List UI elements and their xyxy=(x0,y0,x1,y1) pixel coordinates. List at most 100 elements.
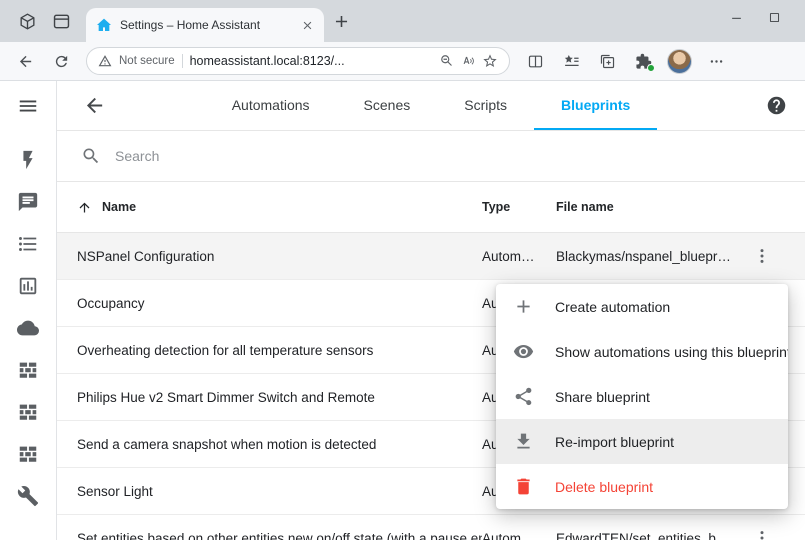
read-aloud-icon[interactable] xyxy=(461,54,475,68)
tab-close-icon[interactable] xyxy=(301,19,314,32)
menu-item-label: Show automations using this blueprint xyxy=(555,344,788,360)
favorites-button[interactable] xyxy=(554,46,588,76)
home-assistant-favicon xyxy=(96,17,112,33)
browser-tab[interactable]: Settings – Home Assistant xyxy=(86,8,324,42)
row-name: Set entities based on other entities new… xyxy=(77,531,482,540)
menu-item-reimport-blueprint[interactable]: Re-import blueprint xyxy=(496,419,788,464)
sidebar-item-developer-tools[interactable] xyxy=(6,475,50,517)
row-name: Send a camera snapshot when motion is de… xyxy=(77,437,482,452)
menu-item-delete-blueprint[interactable]: Delete blueprint xyxy=(496,464,788,509)
table-row[interactable]: Set entities based on other entities new… xyxy=(57,515,805,540)
tab-scripts[interactable]: Scripts xyxy=(437,81,534,130)
row-overflow-menu-icon[interactable] xyxy=(752,246,772,266)
lightning-bolt-icon xyxy=(17,149,39,171)
collections-icon xyxy=(599,53,616,70)
table-row[interactable]: NSPanel Configuration Autom… Blackymas/n… xyxy=(57,233,805,280)
tab-title: Settings – Home Assistant xyxy=(120,18,293,32)
split-screen-button[interactable] xyxy=(518,46,552,76)
tab-bar: Automations Scenes Scripts Blueprints xyxy=(57,81,805,130)
sidebar-item-history[interactable] xyxy=(6,265,50,307)
not-secure-label[interactable]: Not secure xyxy=(119,55,175,67)
new-tab-icon xyxy=(332,12,351,31)
sidebar-item-cloud[interactable] xyxy=(6,307,50,349)
sidebar-item-devices-2[interactable] xyxy=(6,391,50,433)
tab-actions-button[interactable] xyxy=(44,5,78,37)
search-bar[interactable] xyxy=(57,131,805,182)
maximize-icon xyxy=(767,10,782,25)
more-icon xyxy=(708,53,725,70)
profile-avatar[interactable] xyxy=(667,49,692,74)
browser-window: Settings – Home Assistant Not secure hom… xyxy=(0,0,805,540)
split-screen-icon xyxy=(527,53,544,70)
row-name: Sensor Light xyxy=(77,484,482,499)
tab-automations[interactable]: Automations xyxy=(205,81,337,130)
wrench-icon xyxy=(17,485,39,507)
address-bar[interactable]: Not secure homeassistant.local:8123/... xyxy=(86,47,510,75)
not-secure-icon[interactable] xyxy=(98,54,112,68)
sidebar-menu-button[interactable] xyxy=(6,85,50,127)
menu-item-label: Create automation xyxy=(555,299,670,315)
row-file: Blackymas/nspanel_blueprin… xyxy=(556,249,742,264)
refresh-button[interactable] xyxy=(44,46,78,76)
bricks-icon xyxy=(17,443,39,465)
sort-ascending-icon[interactable] xyxy=(77,200,92,215)
help-icon xyxy=(766,95,787,116)
row-file: EdwardTEN/set_entities_bas… xyxy=(556,531,742,540)
download-icon xyxy=(513,431,534,452)
favorite-star-icon[interactable] xyxy=(482,53,498,69)
refresh-icon xyxy=(53,53,70,70)
browser-menu-button[interactable] xyxy=(699,46,733,76)
cloud-icon xyxy=(17,317,39,339)
page-back-icon[interactable] xyxy=(83,94,106,117)
workspaces-button[interactable] xyxy=(10,5,44,37)
ha-sidebar xyxy=(0,81,57,540)
address-divider xyxy=(182,54,183,68)
search-input[interactable] xyxy=(115,148,781,164)
sidebar-item-logbook[interactable] xyxy=(6,181,50,223)
tab-blueprints[interactable]: Blueprints xyxy=(534,81,657,130)
back-button[interactable] xyxy=(8,46,42,76)
favorites-icon xyxy=(563,53,580,70)
menu-item-show-automations[interactable]: Show automations using this blueprint xyxy=(496,329,788,374)
collections-button[interactable] xyxy=(590,46,624,76)
minimize-button[interactable] xyxy=(717,0,755,34)
new-tab-button[interactable] xyxy=(324,5,358,37)
window-controls xyxy=(717,0,805,42)
sidebar-item-energy[interactable] xyxy=(6,139,50,181)
sidebar-item-todo-lists[interactable] xyxy=(6,223,50,265)
zoom-out-icon[interactable] xyxy=(440,54,454,68)
plus-icon xyxy=(513,296,534,317)
trash-icon xyxy=(513,476,534,497)
menu-item-create-automation[interactable]: Create automation xyxy=(496,284,788,329)
column-header-name[interactable]: Name xyxy=(102,200,136,214)
blueprint-context-menu: Create automation Show automations using… xyxy=(496,284,788,509)
row-name: NSPanel Configuration xyxy=(77,249,482,264)
list-icon xyxy=(17,233,39,255)
help-button[interactable] xyxy=(766,95,787,116)
minimize-icon xyxy=(729,10,744,25)
bricks-icon xyxy=(17,401,39,423)
row-overflow-menu-icon[interactable] xyxy=(752,528,772,540)
tab-scenes[interactable]: Scenes xyxy=(337,81,438,130)
back-icon xyxy=(17,53,34,70)
menu-item-share-blueprint[interactable]: Share blueprint xyxy=(496,374,788,419)
row-type: Autom… xyxy=(482,249,556,264)
table-header: Name Type File name xyxy=(57,182,805,233)
extension-status-dot xyxy=(647,64,655,72)
maximize-button[interactable] xyxy=(755,0,793,34)
extensions-button[interactable] xyxy=(626,46,660,76)
menu-item-label: Delete blueprint xyxy=(555,479,653,495)
bricks-icon xyxy=(17,359,39,381)
row-type: Autom xyxy=(482,531,556,540)
browser-titlebar: Settings – Home Assistant xyxy=(0,0,805,42)
row-name: Overheating detection for all temperatur… xyxy=(77,343,482,358)
close-window-button[interactable] xyxy=(793,0,805,34)
row-name: Occupancy xyxy=(77,296,482,311)
sidebar-item-devices-1[interactable] xyxy=(6,349,50,391)
url-text[interactable]: homeassistant.local:8123/... xyxy=(190,54,433,68)
column-header-file[interactable]: File name xyxy=(556,200,742,214)
sidebar-item-devices-3[interactable] xyxy=(6,433,50,475)
menu-item-label: Re-import blueprint xyxy=(555,434,674,450)
titlebar-spacer xyxy=(358,0,717,42)
column-header-type[interactable]: Type xyxy=(482,200,556,214)
